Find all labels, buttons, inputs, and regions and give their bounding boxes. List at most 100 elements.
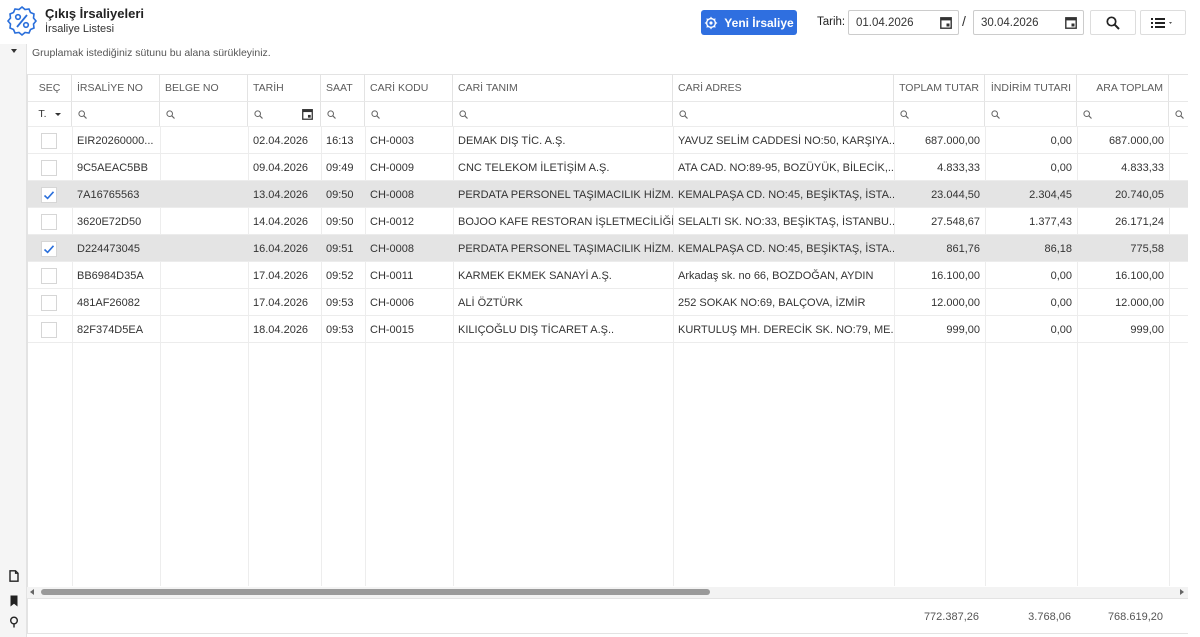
date-label: Tarih: xyxy=(817,16,846,28)
date-from-value: 01.04.2026 xyxy=(856,16,914,29)
view-options-button[interactable] xyxy=(1140,10,1186,35)
table-row[interactable]: BB6984D35A 17.04.2026 09:52 CH-0011 KARMEK E… xyxy=(28,261,1188,288)
page-header: Çıkış İrsaliyeleri İrsaliye Listesi Yeni… xyxy=(0,0,1200,44)
date-from-input[interactable]: 01.04.2026 xyxy=(848,10,959,35)
cell-saat: 09:51 xyxy=(326,242,354,255)
cell-cari-tanim: KILIÇOĞLU DIŞ TİCARET A.Ş.. xyxy=(458,323,615,336)
grid-footer: 772.387,26 3.768,06 768.619,20 xyxy=(27,598,1188,634)
filter-irsaliye-no[interactable] xyxy=(72,101,160,126)
cell-toplam: 999,00 xyxy=(946,323,980,336)
page-subtitle: İrsaliye Listesi xyxy=(45,23,115,35)
calendar-icon[interactable] xyxy=(1065,16,1077,29)
total-indirim-tutari: 3.768,06 xyxy=(1028,611,1071,623)
table-row[interactable]: D224473045 16.04.2026 09:51 CH-0008 PERDATA … xyxy=(28,234,1188,261)
cell-cari-kodu: CH-0015 xyxy=(370,323,415,336)
filter-saat[interactable] xyxy=(321,101,365,126)
search-icon xyxy=(679,109,688,119)
cell-tarih: 17.04.2026 xyxy=(253,296,309,309)
cell-irsaliye-no: 9C5AEAC5BB xyxy=(77,161,148,174)
filter-cari-tanim[interactable] xyxy=(453,101,673,126)
filter-next-column[interactable] xyxy=(1169,101,1188,126)
cell-cari-tanim: PERDATA PERSONEL TAŞIMACILIK HİZM... xyxy=(458,242,673,255)
row-select-checkbox[interactable] xyxy=(41,295,57,311)
cell-saat: 09:52 xyxy=(326,269,354,282)
cell-cari-adres: 252 SOKAK NO:69, BALÇOVA, İZMİR xyxy=(678,296,866,309)
check-icon xyxy=(43,245,55,254)
filter-cari-kodu[interactable] xyxy=(365,101,453,126)
row-select-checkbox[interactable] xyxy=(41,214,57,230)
group-panel[interactable]: Gruplamak istediğiniz sütunu bu alana sü… xyxy=(32,47,271,59)
lightbulb-icon[interactable] xyxy=(8,616,20,628)
table-row[interactable]: EIR20260000... 02.04.2026 16:13 CH-0003 DEMA… xyxy=(28,126,1188,153)
chevron-down-icon xyxy=(54,112,61,116)
cell-ara-toplam: 16.100,00 xyxy=(1115,269,1164,282)
cell-irsaliye-no: EIR20260000... xyxy=(77,134,154,147)
check-icon xyxy=(43,191,55,200)
row-select-checkbox[interactable] xyxy=(41,241,57,257)
cell-saat: 09:49 xyxy=(326,161,354,174)
cell-indirim: 0,00 xyxy=(1050,269,1072,282)
scroll-left-arrow[interactable] xyxy=(30,589,34,595)
filter-tarih[interactable] xyxy=(248,101,321,126)
column-header-select[interactable]: SEÇ xyxy=(28,75,72,101)
table-row[interactable]: 3620E72D50 14.04.2026 09:50 CH-0012 BOJOO KA… xyxy=(28,207,1188,234)
cell-cari-tanim: KARMEK EKMEK SANAYİ A.Ş. xyxy=(458,269,612,282)
column-header-cari-kodu[interactable]: CARİ KODU xyxy=(365,75,453,101)
column-header-belge-no[interactable]: BELGE NO xyxy=(160,75,248,101)
filter-toplam-tutar[interactable] xyxy=(894,101,985,126)
gear-icon xyxy=(705,16,718,29)
table-row[interactable]: 481AF26082 17.04.2026 09:53 CH-0006 ALİ ÖZTÜ… xyxy=(28,288,1188,315)
cell-toplam: 687.000,00 xyxy=(924,134,980,147)
filter-belge-no[interactable] xyxy=(160,101,248,126)
cell-toplam: 23.044,50 xyxy=(931,188,980,201)
cell-tarih: 02.04.2026 xyxy=(253,134,309,147)
cell-irsaliye-no: 481AF26082 xyxy=(77,296,140,309)
cell-cari-adres: KEMALPAŞA CD. NO:45, BEŞİKTAŞ, İSTA... xyxy=(678,188,894,201)
column-header-ara-toplam[interactable]: ARA TOPLAM xyxy=(1077,75,1169,101)
cell-saat: 09:53 xyxy=(326,323,354,336)
column-header-saat[interactable]: SAAT xyxy=(321,75,365,101)
search-icon xyxy=(900,109,909,119)
row-select-checkbox[interactable] xyxy=(41,133,57,149)
chevron-down-icon[interactable] xyxy=(11,49,17,53)
calendar-icon[interactable] xyxy=(302,108,313,120)
cell-ara-toplam: 26.171,24 xyxy=(1115,215,1164,228)
horizontal-scrollbar[interactable] xyxy=(27,587,1188,598)
calendar-icon[interactable] xyxy=(940,16,952,29)
column-header-irsaliye-no[interactable]: İRSALİYE NO xyxy=(72,75,160,101)
list-icon xyxy=(1151,17,1172,28)
column-header-toplam-tutar[interactable]: TOPLAM TUTAR xyxy=(894,75,985,101)
date-to-input[interactable]: 30.04.2026 xyxy=(973,10,1084,35)
column-header-indirim-tutari[interactable]: İNDİRİM TUTARI xyxy=(985,75,1077,101)
cell-belge-no xyxy=(160,154,248,181)
cell-cari-tanim: PERDATA PERSONEL TAŞIMACILIK HİZM... xyxy=(458,188,673,201)
cell-toplam: 12.000,00 xyxy=(931,296,980,309)
cell-saat: 09:50 xyxy=(326,188,354,201)
cell-belge-no xyxy=(160,181,248,208)
column-header-cari-tanim[interactable]: CARİ TANIM xyxy=(453,75,673,101)
column-header-cari-adres[interactable]: CARİ ADRES xyxy=(673,75,894,101)
filter-cari-adres[interactable] xyxy=(673,101,894,126)
filter-indirim-tutari[interactable] xyxy=(985,101,1077,126)
row-select-checkbox[interactable] xyxy=(41,187,57,203)
row-select-checkbox[interactable] xyxy=(41,160,57,176)
search-icon xyxy=(1083,109,1092,119)
scroll-right-arrow[interactable] xyxy=(1180,589,1184,595)
column-header-tarih[interactable]: TARİH xyxy=(248,75,321,101)
table-row[interactable]: 7A16765563 13.04.2026 09:50 CH-0008 PERDATA … xyxy=(28,180,1188,207)
cell-cari-kodu: CH-0003 xyxy=(370,134,415,147)
table-row[interactable]: 82F374D5EA 18.04.2026 09:53 CH-0015 KILIÇOĞL… xyxy=(28,315,1188,342)
table-row[interactable]: 9C5AEAC5BB 09.04.2026 09:49 CH-0009 CNC TELE… xyxy=(28,153,1188,180)
search-icon xyxy=(1175,109,1184,119)
cell-saat: 09:53 xyxy=(326,296,354,309)
new-delivery-note-button[interactable]: Yeni İrsaliye xyxy=(701,10,797,35)
bookmark-icon[interactable] xyxy=(8,595,20,607)
cell-irsaliye-no: 3620E72D50 xyxy=(77,215,142,228)
scroll-thumb[interactable] xyxy=(41,589,710,595)
document-icon[interactable] xyxy=(8,570,20,582)
select-filter[interactable]: T. xyxy=(28,101,72,126)
filter-ara-toplam[interactable] xyxy=(1077,101,1169,126)
row-select-checkbox[interactable] xyxy=(41,322,57,338)
search-button[interactable] xyxy=(1090,10,1136,35)
row-select-checkbox[interactable] xyxy=(41,268,57,284)
